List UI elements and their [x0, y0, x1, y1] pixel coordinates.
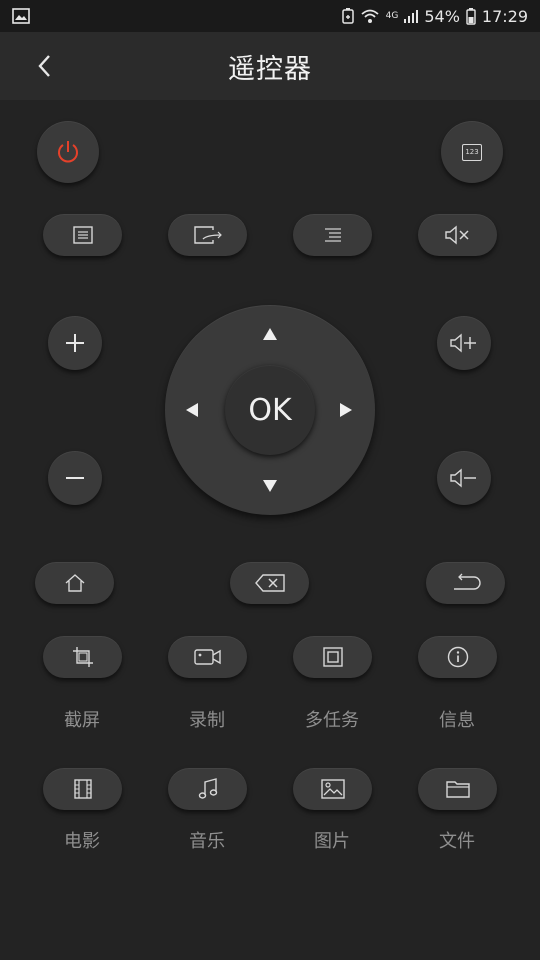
number-pad-icon: 123 [462, 143, 482, 161]
folder-icon [445, 781, 470, 798]
media-label-image: 图片 [314, 831, 350, 852]
screenshot-button[interactable] [43, 636, 122, 678]
back-button[interactable] [28, 50, 60, 82]
number-pad-button[interactable]: 123 [441, 121, 503, 183]
channel-up-button[interactable] [48, 316, 102, 370]
dpad-down-button[interactable] [255, 471, 285, 501]
multitask-icon [322, 647, 343, 667]
media-label-film: 电影 [64, 831, 100, 852]
media-label-folder: 文件 [439, 831, 475, 852]
power-icon [58, 141, 78, 163]
input-source-button[interactable] [168, 214, 247, 256]
dpad-right-button[interactable] [331, 395, 361, 425]
return-button[interactable] [426, 562, 505, 604]
signal-icon [404, 10, 419, 23]
music-icon [198, 778, 217, 799]
triangle-left-icon [186, 403, 198, 417]
network-type: 4G [385, 11, 399, 21]
image-button[interactable] [293, 768, 372, 810]
home-icon [65, 574, 84, 592]
input-source-icon [193, 226, 222, 244]
ok-button[interactable]: OK [225, 365, 315, 455]
battery-percent: 54% [424, 6, 460, 26]
feature-label-record: 录制 [189, 710, 225, 731]
status-bar: 4G 54% 17:29 [0, 0, 540, 32]
plus-icon [66, 334, 84, 352]
music-button[interactable] [168, 768, 247, 810]
gallery-notification-icon [12, 8, 30, 24]
dpad-up-button[interactable] [255, 319, 285, 349]
volume-down-icon [450, 468, 476, 488]
return-icon [453, 573, 481, 590]
clock: 17:29 [481, 6, 528, 26]
video-record-icon [193, 649, 221, 665]
mute-button[interactable] [418, 214, 497, 256]
volume-up-button[interactable] [437, 316, 491, 370]
wifi-icon [361, 9, 379, 23]
multitask-button[interactable] [293, 636, 372, 678]
delete-button[interactable] [230, 562, 309, 604]
battery-saver-icon [341, 8, 354, 24]
info-button[interactable] [418, 636, 497, 678]
home-button[interactable] [35, 562, 114, 604]
folder-button[interactable] [418, 768, 497, 810]
media-label-music: 音乐 [189, 831, 225, 852]
triangle-up-icon [263, 328, 277, 340]
feature-label-info: 信息 [439, 710, 475, 731]
triangle-right-icon [340, 403, 352, 417]
dpad: OK [165, 305, 375, 515]
battery-icon [466, 7, 476, 25]
options-icon [324, 228, 341, 242]
mute-icon [444, 225, 469, 245]
power-button[interactable] [37, 121, 99, 183]
channel-down-button[interactable] [48, 451, 102, 505]
triangle-down-icon [263, 480, 277, 492]
options-button[interactable] [293, 214, 372, 256]
backspace-icon [254, 574, 285, 592]
dpad-left-button[interactable] [177, 395, 207, 425]
minus-icon [66, 477, 84, 479]
screenshot-icon [72, 647, 93, 667]
chevron-left-icon [38, 55, 50, 77]
film-button[interactable] [43, 768, 122, 810]
volume-up-icon [450, 333, 476, 353]
film-icon [73, 779, 92, 799]
volume-down-button[interactable] [437, 451, 491, 505]
menu-list-icon [72, 226, 93, 244]
feature-label-multitask: 多任务 [305, 710, 359, 731]
record-button[interactable] [168, 636, 247, 678]
app-header: 遥控器 [0, 32, 540, 100]
number-pad-label: 123 [465, 148, 479, 156]
menu-button[interactable] [43, 214, 122, 256]
feature-label-screenshot: 截屏 [64, 710, 100, 731]
page-title: 遥控器 [228, 53, 312, 85]
image-icon [320, 779, 345, 799]
info-icon [447, 646, 468, 668]
